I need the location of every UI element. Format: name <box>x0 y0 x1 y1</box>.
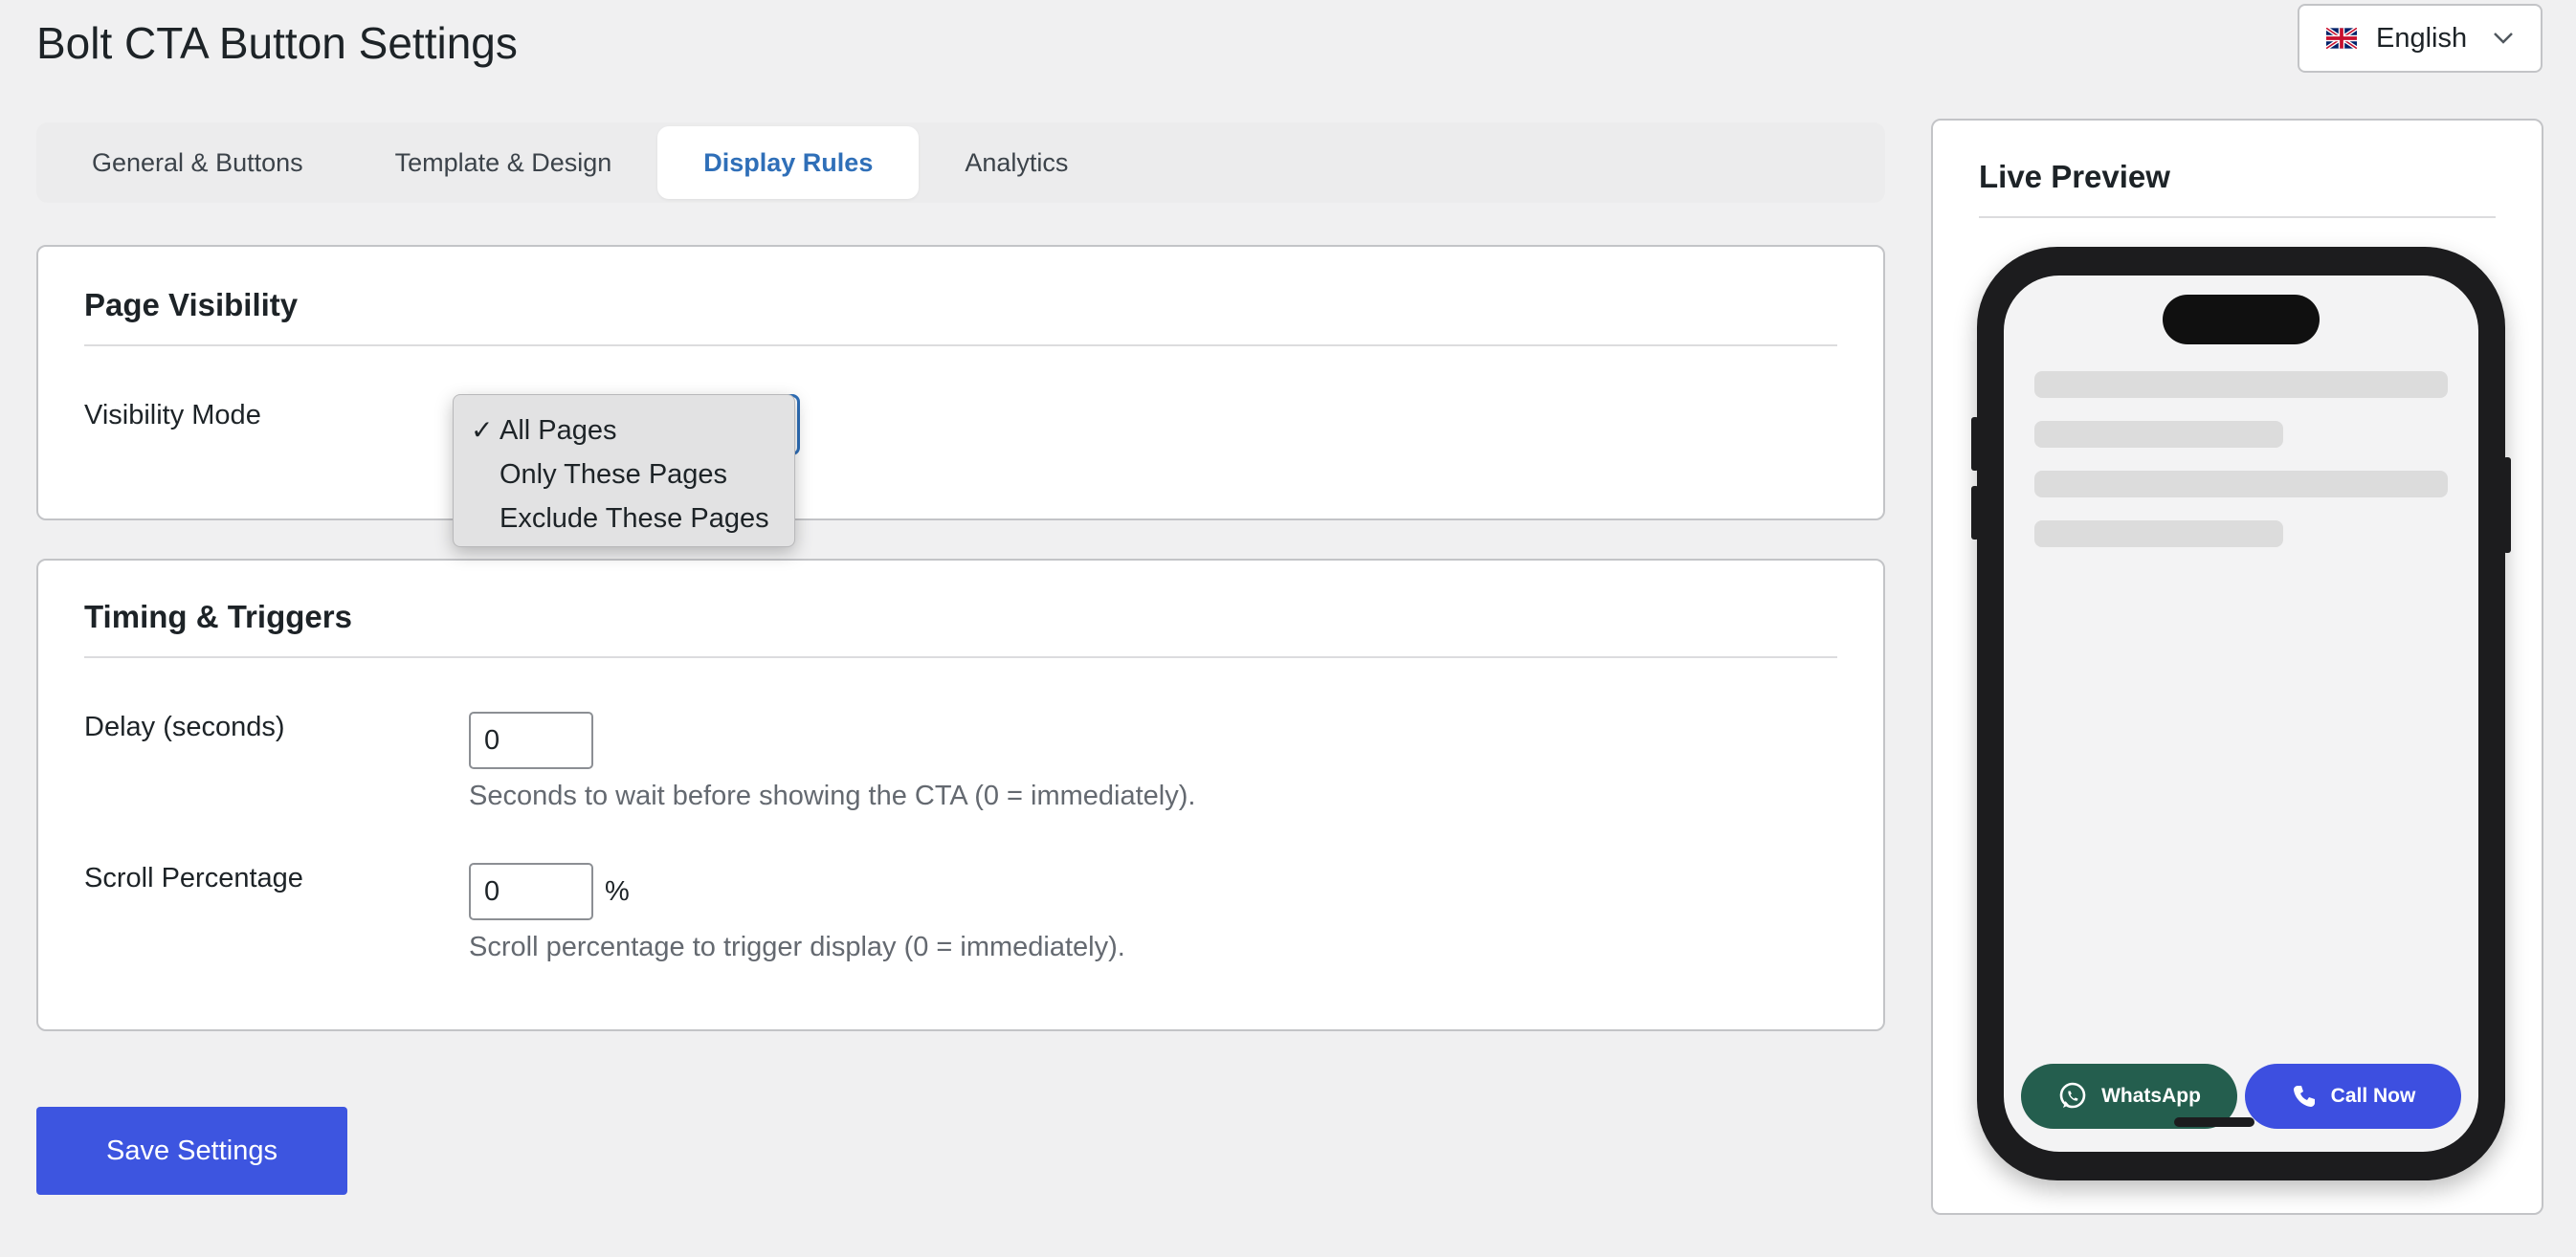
page-visibility-card: Page Visibility Visibility Mode <box>36 245 1885 520</box>
call-now-cta-button[interactable]: Call Now <box>2245 1064 2461 1129</box>
visibility-mode-label: Visibility Mode <box>84 400 261 430</box>
tab-display-rules[interactable]: Display Rules <box>657 126 920 199</box>
tab-template-design[interactable]: Template & Design <box>349 126 658 199</box>
percent-unit: % <box>605 876 630 907</box>
phone-mockup: WhatsApp Call Now <box>1971 247 2511 1180</box>
language-label: English <box>2376 22 2468 54</box>
scroll-help-text: Scroll percentage to trigger display (0 … <box>469 932 1125 962</box>
skeleton-line <box>2034 371 2448 398</box>
page-visibility-title: Page Visibility <box>84 287 299 322</box>
skeleton-line <box>2034 520 2283 547</box>
page-title: Bolt CTA Button Settings <box>36 18 518 68</box>
phone-side-button <box>1971 417 1979 471</box>
option-label: All Pages <box>500 414 617 446</box>
whatsapp-label: WhatsApp <box>2101 1085 2201 1107</box>
timing-triggers-title: Timing & Triggers <box>84 599 352 634</box>
language-switcher[interactable]: English <box>2298 4 2543 73</box>
option-all-pages[interactable]: ✓ All Pages <box>454 408 794 452</box>
timing-triggers-card: Timing & Triggers Delay (seconds) 0 Seco… <box>36 559 1885 1031</box>
whatsapp-icon <box>2059 1082 2086 1109</box>
live-preview-title: Live Preview <box>1979 159 2170 194</box>
uk-flag-icon <box>2326 28 2357 49</box>
check-icon: ✓ <box>471 415 494 445</box>
divider <box>1979 216 2496 218</box>
live-preview-panel: Live Preview WhatsApp Call Now <box>1931 119 2543 1215</box>
scroll-percentage-label: Scroll Percentage <box>84 863 303 893</box>
option-only-these-pages[interactable]: Only These Pages <box>454 452 794 496</box>
delay-help-text: Seconds to wait before showing the CTA (… <box>469 781 1196 811</box>
phone-screen: WhatsApp Call Now <box>2004 276 2478 1152</box>
call-now-label: Call Now <box>2330 1085 2416 1107</box>
save-settings-button[interactable]: Save Settings <box>36 1107 347 1195</box>
visibility-mode-dropdown: ✓ All Pages Only These Pages Exclude The… <box>453 394 795 547</box>
tab-general-buttons[interactable]: General & Buttons <box>46 126 349 199</box>
phone-side-button <box>1971 486 1979 540</box>
divider <box>84 656 1837 658</box>
option-label: Exclude These Pages <box>500 502 769 534</box>
divider <box>84 344 1837 346</box>
skeleton-line <box>2034 471 2448 497</box>
delay-label: Delay (seconds) <box>84 712 285 742</box>
option-exclude-these-pages[interactable]: Exclude These Pages <box>454 496 794 540</box>
chevron-down-icon <box>2494 33 2513 44</box>
phone-icon <box>2293 1086 2315 1107</box>
tab-analytics[interactable]: Analytics <box>919 126 1114 199</box>
phone-side-button <box>2503 457 2511 553</box>
scroll-percentage-input[interactable]: 0 <box>469 863 593 920</box>
skeleton-line <box>2034 421 2283 448</box>
delay-input[interactable]: 0 <box>469 712 593 769</box>
home-indicator <box>2174 1117 2254 1127</box>
settings-page: Bolt CTA Button Settings English General… <box>0 0 2576 1257</box>
dynamic-island <box>2163 295 2320 344</box>
option-label: Only These Pages <box>500 458 728 490</box>
settings-tabs: General & Buttons Template & Design Disp… <box>36 122 1885 203</box>
